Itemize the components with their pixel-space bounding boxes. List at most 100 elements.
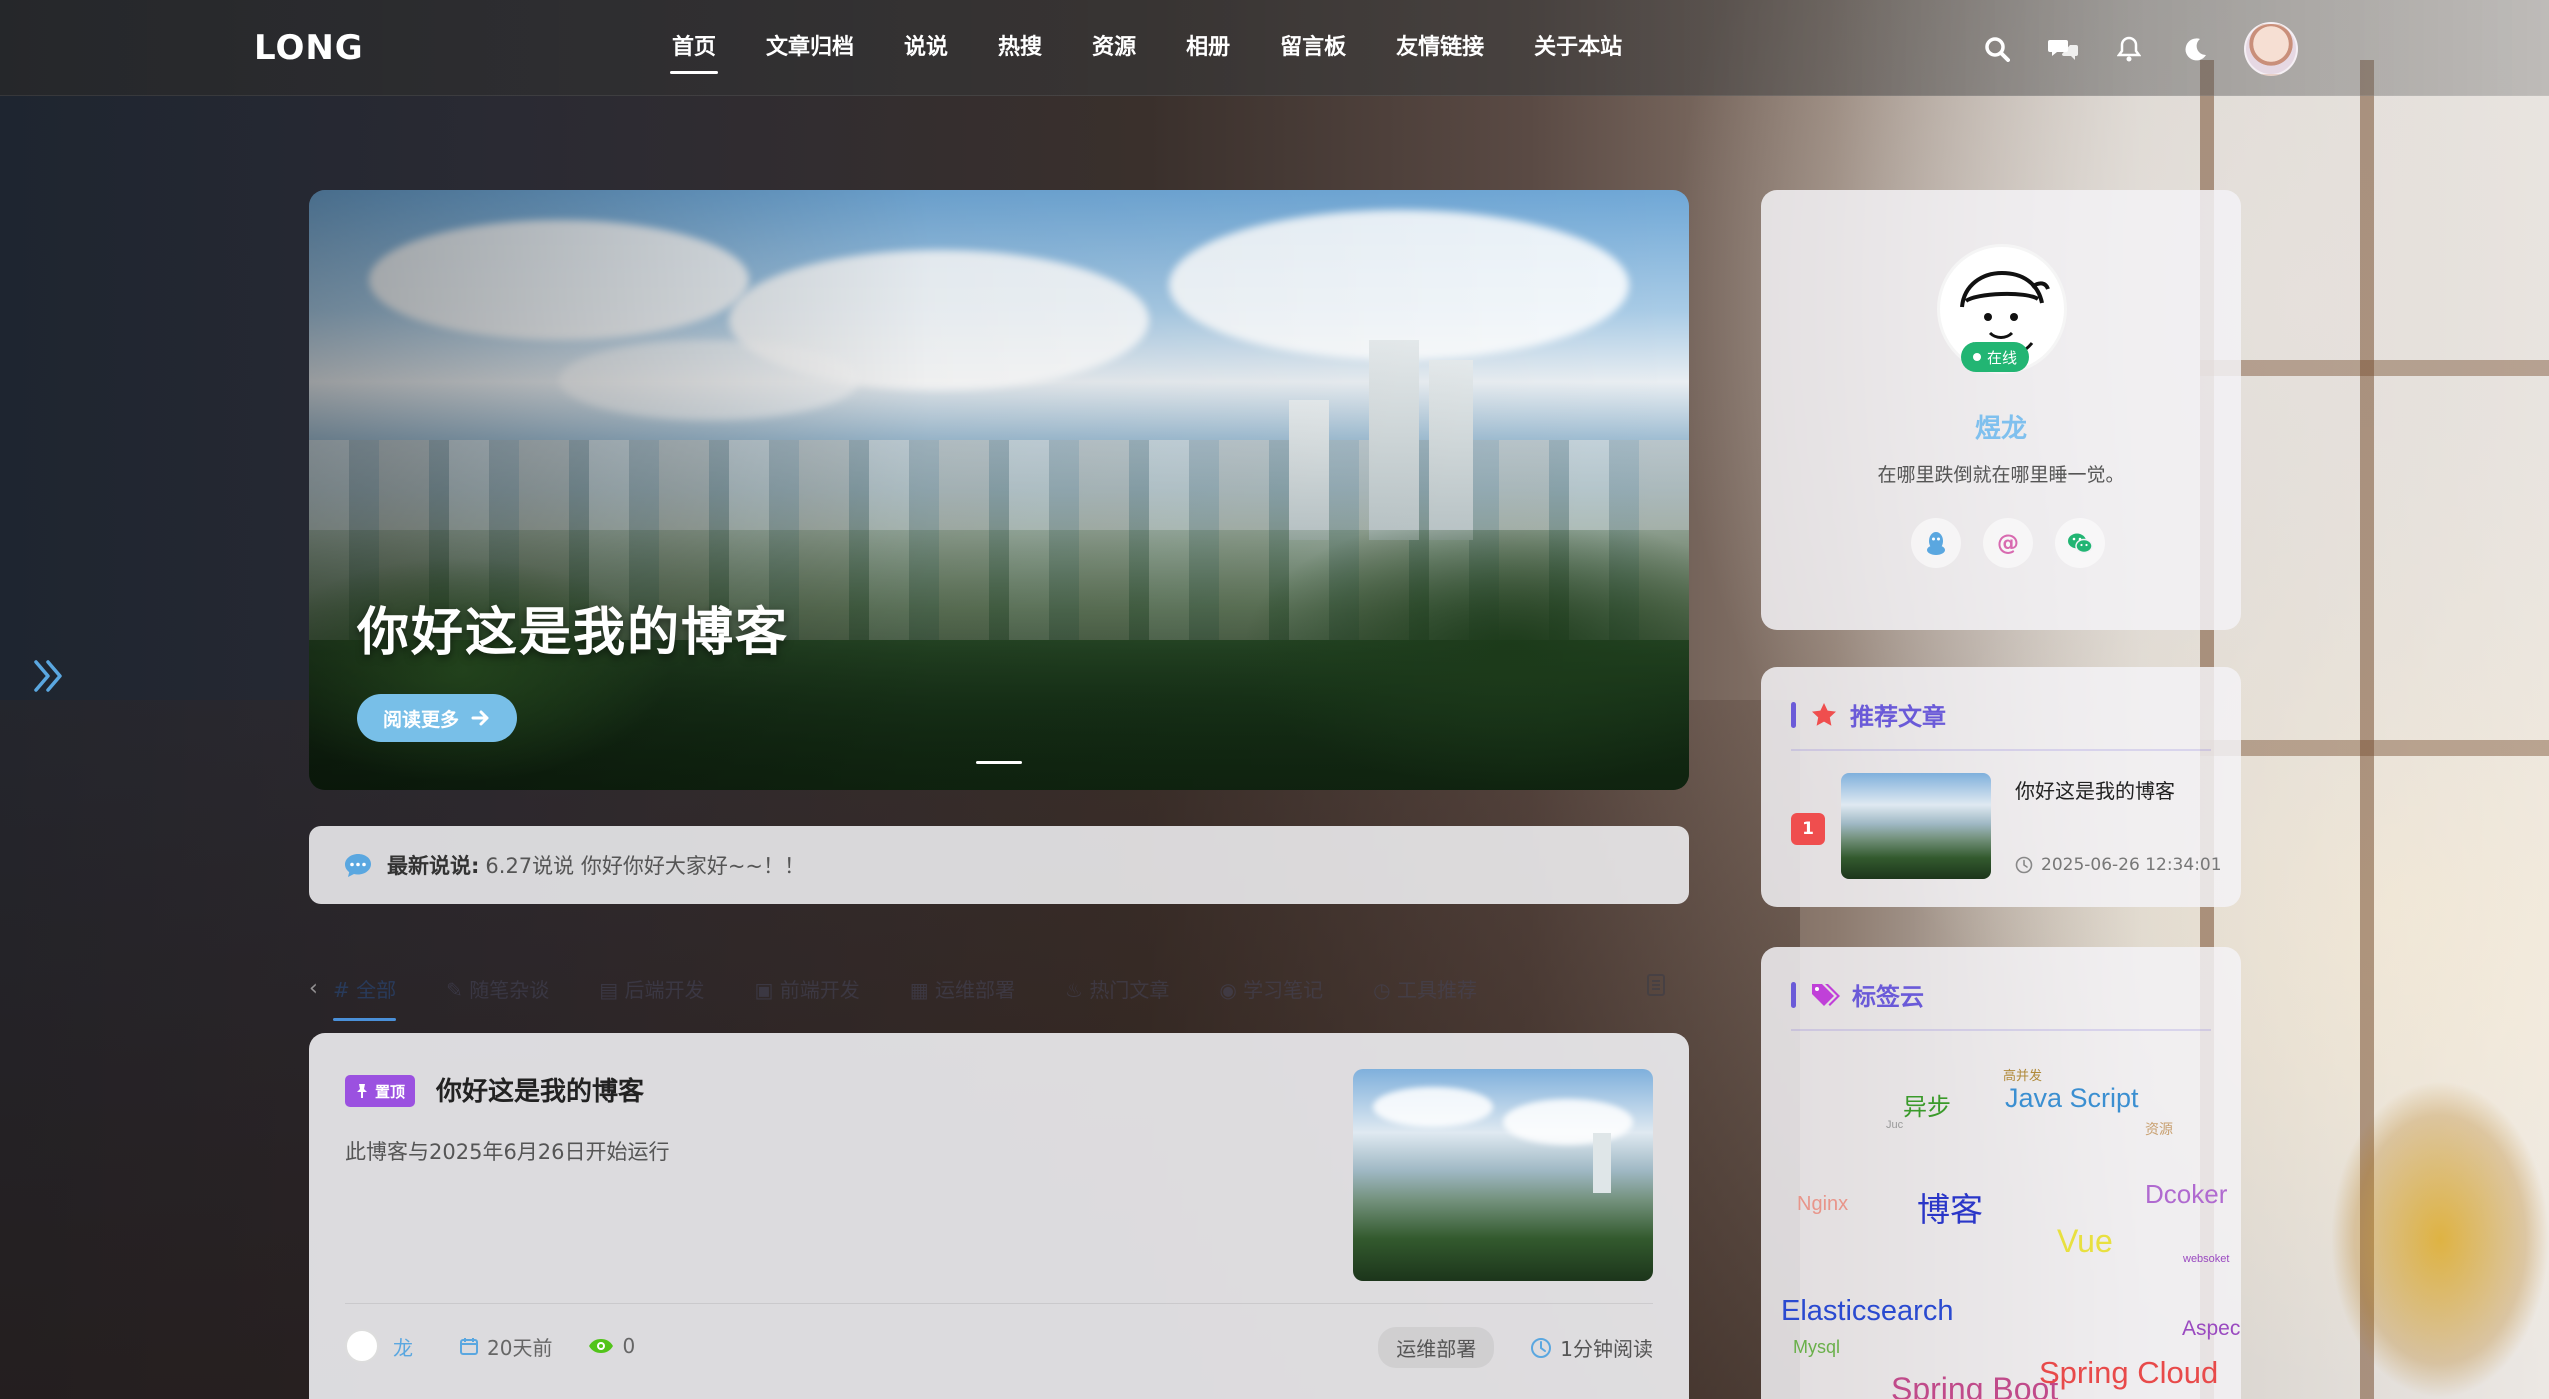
- tag-item[interactable]: Juc: [1886, 1119, 1903, 1131]
- article-thumbnail[interactable]: [1353, 1069, 1653, 1281]
- heading-divider: [1791, 1029, 2211, 1031]
- recommended-heading-text: 推荐文章: [1850, 703, 1946, 731]
- latest-talk-bar[interactable]: 最新说说: 6.27说说 你好你好大家好~~！！: [309, 826, 1689, 904]
- nav-friend-links[interactable]: 友情链接: [1384, 0, 1496, 96]
- tag-item[interactable]: Mysql: [1793, 1337, 1840, 1358]
- wechat-icon[interactable]: [2055, 518, 2105, 568]
- main-nav: 首页 文章归档 说说 热搜 资源 相册 留言板 友情链接 关于本站: [660, 0, 1660, 96]
- tab-backend[interactable]: ▤ 后端开发: [599, 974, 704, 1003]
- nav-hot[interactable]: 热搜: [986, 0, 1054, 96]
- nav-album[interactable]: 相册: [1174, 0, 1242, 96]
- recommended-heading: 推荐文章: [1791, 697, 1946, 732]
- publish-time: 20天前: [459, 1332, 552, 1361]
- recommended-title[interactable]: 你好这是我的博客: [2015, 775, 2175, 804]
- latest-talk-label: 最新说说:: [387, 854, 480, 878]
- publish-time-text: 20天前: [487, 1335, 553, 1360]
- read-time: 1分钟阅读: [1530, 1333, 1653, 1362]
- article-meta-right: 运维部署 1分钟阅读: [1378, 1327, 1653, 1368]
- tag-item[interactable]: websoket: [2183, 1253, 2229, 1265]
- tag-item[interactable]: 高并发: [2003, 1065, 2042, 1084]
- eye-icon: [589, 1339, 614, 1353]
- heading-accent-bar: [1791, 701, 1796, 728]
- nav-talk[interactable]: 说说: [892, 0, 960, 96]
- article-meta: 龙 20天前 0: [345, 1329, 671, 1363]
- recommended-date: 2025-06-26 12:34:01: [2015, 855, 2222, 875]
- tag-item[interactable]: Vue: [2057, 1223, 2113, 1260]
- tab-notes[interactable]: ◉ 学习笔记: [1219, 974, 1323, 1003]
- view-count-text: 0: [622, 1334, 636, 1358]
- author-avatar[interactable]: [345, 1329, 379, 1363]
- tab-essays[interactable]: ✎ 随笔杂谈: [446, 974, 549, 1003]
- online-status-badge: 在线: [1961, 342, 2030, 372]
- tag-cloud-heading-text: 标签云: [1852, 983, 1924, 1011]
- nav-resources[interactable]: 资源: [1080, 0, 1148, 96]
- view-count: 0: [588, 1334, 635, 1358]
- tag-item[interactable]: Java Script: [2005, 1083, 2139, 1114]
- tag-item[interactable]: Elasticsearch: [1781, 1295, 1953, 1328]
- article-excerpt: 此博客与2025年6月26日开始运行: [345, 1140, 670, 1164]
- nav-actions: [1980, 22, 2298, 76]
- recommended-date-text: 2025-06-26 12:34:01: [2041, 855, 2222, 875]
- online-dot: [1973, 353, 1981, 361]
- tags-icon: [1810, 982, 1840, 1008]
- author-name[interactable]: 龙: [393, 1332, 413, 1361]
- tag-item[interactable]: 资源: [2145, 1119, 2173, 1139]
- tabs-prev-chevron-icon[interactable]: ‹: [309, 976, 333, 1001]
- tag-cloud-card: 标签云 高并发 异步 Java Script Juc 资源 Nginx 博客 D…: [1761, 947, 2241, 1399]
- hero-banner[interactable]: 你好这是我的博客 阅读更多: [309, 190, 1689, 790]
- profile-name[interactable]: 煜龙: [1761, 408, 2241, 445]
- read-more-label: 阅读更多: [383, 708, 460, 731]
- recommended-thumbnail[interactable]: [1841, 773, 1991, 879]
- tag-item[interactable]: Dcoker: [2145, 1179, 2227, 1210]
- read-time-text: 1分钟阅读: [1560, 1337, 1653, 1361]
- nav-home[interactable]: 首页: [660, 0, 728, 96]
- tag-item[interactable]: 异步: [1903, 1087, 1951, 1122]
- clock-icon: [1531, 1337, 1552, 1358]
- thumb-cloud: [1373, 1087, 1493, 1127]
- svg-text:@: @: [1997, 531, 2019, 556]
- tab-frontend[interactable]: ▣ 前端开发: [755, 974, 860, 1003]
- tab-hot[interactable]: ♨ 热门文章: [1065, 974, 1169, 1003]
- tag-item[interactable]: Aspec: [2182, 1317, 2240, 1341]
- top-navbar: LONG 首页 文章归档 说说 热搜 资源 相册 留言板 友情链接 关于本站: [0, 0, 2549, 96]
- user-avatar[interactable]: [2244, 22, 2298, 76]
- profile-bio: 在哪里跌倒就在哪里睡一觉。: [1877, 464, 2125, 486]
- hero-overlay: [309, 190, 1689, 790]
- tag-item[interactable]: Spring Cloud: [2039, 1355, 2218, 1391]
- tab-tools[interactable]: ◷ 工具推荐: [1373, 974, 1477, 1003]
- profile-card: 在线 煜龙 在哪里跌倒就在哪里睡一觉。 @: [1761, 190, 2241, 630]
- thumb-cloud: [1503, 1099, 1633, 1145]
- bell-icon[interactable]: [2112, 23, 2146, 75]
- carousel-indicator[interactable]: [976, 761, 1022, 764]
- pinned-label: 置顶: [375, 1082, 406, 1101]
- search-icon[interactable]: [1980, 23, 2014, 75]
- sidebar-expand-chevrons-icon[interactable]: [30, 656, 66, 696]
- comment-icon: [345, 854, 371, 877]
- tag-item[interactable]: Spring Boot: [1891, 1371, 2058, 1399]
- chat-icon[interactable]: [2046, 23, 2080, 75]
- dark-mode-moon-icon[interactable]: [2178, 23, 2212, 75]
- read-more-button[interactable]: 阅读更多: [357, 694, 518, 742]
- social-links: @: [1911, 518, 2105, 568]
- tab-all[interactable]: # 全部: [333, 974, 397, 1021]
- article-divider: [345, 1303, 1653, 1304]
- tag-item[interactable]: Nginx: [1797, 1193, 1848, 1216]
- site-logo[interactable]: LONG: [254, 28, 364, 68]
- arrow-right-icon: [471, 710, 489, 726]
- nav-guestbook[interactable]: 留言板: [1268, 0, 1358, 96]
- nav-about[interactable]: 关于本站: [1522, 0, 1634, 96]
- qq-penguin-icon[interactable]: [1911, 518, 1961, 568]
- rank-badge: 1: [1791, 813, 1825, 845]
- online-status-text: 在线: [1987, 348, 2018, 367]
- heading-accent-bar: [1791, 981, 1796, 1008]
- nav-archive[interactable]: 文章归档: [754, 0, 866, 96]
- email-at-icon[interactable]: @: [1983, 518, 2033, 568]
- tag-item[interactable]: 博客: [1917, 1183, 1983, 1231]
- article-title[interactable]: 你好这是我的博客: [436, 1071, 644, 1108]
- article-category-tag[interactable]: 运维部署: [1378, 1327, 1495, 1368]
- list-view-icon[interactable]: [1647, 974, 1665, 996]
- tag-cloud-heading: 标签云: [1791, 977, 1924, 1012]
- hero-title: 你好这是我的博客: [357, 603, 790, 663]
- tab-devops[interactable]: ▦ 运维部署: [910, 974, 1015, 1003]
- article-card[interactable]: 置顶 你好这是我的博客 此博客与2025年6月26日开始运行 龙 20天前 0 …: [309, 1033, 1689, 1399]
